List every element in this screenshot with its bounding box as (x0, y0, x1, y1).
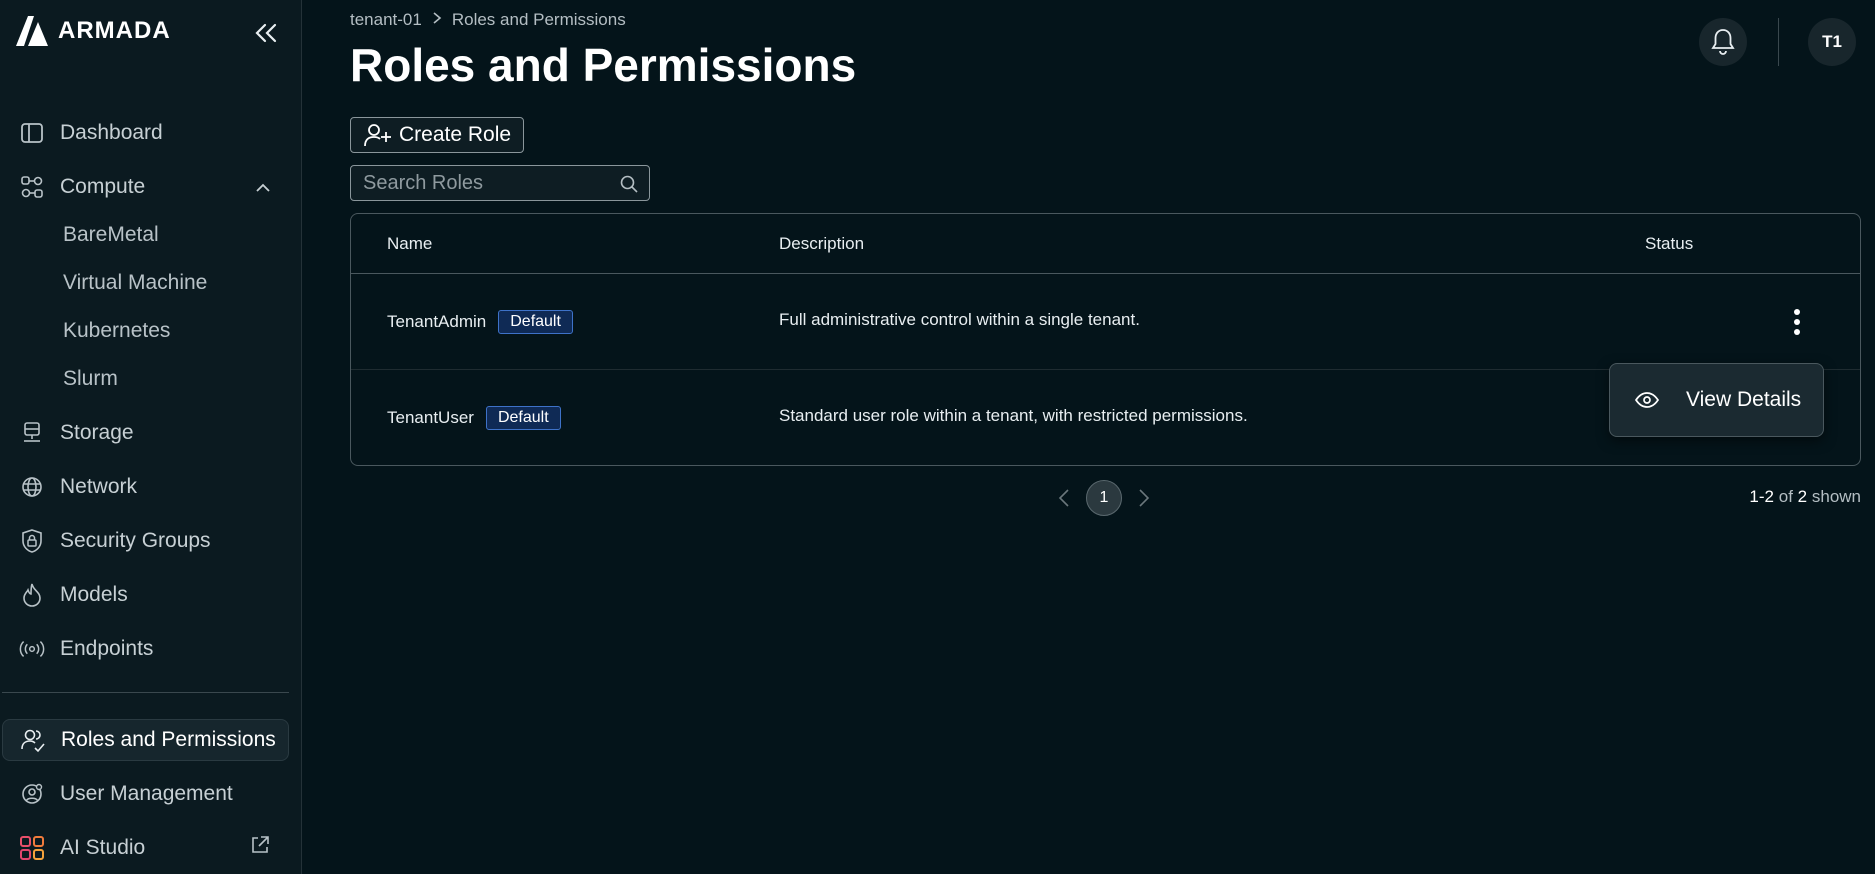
header-divider (1778, 18, 1779, 66)
sidebar-item-label: AI Studio (60, 836, 146, 859)
next-page-button[interactable] (1134, 480, 1154, 516)
breadcrumb: tenant-01 Roles and Permissions (350, 10, 626, 30)
role-name[interactable]: TenantAdmin (387, 312, 486, 332)
column-header-status[interactable]: Status (1645, 234, 1693, 254)
flame-icon (18, 581, 46, 609)
results-suffix: shown (1811, 487, 1861, 506)
sidebar-item-models[interactable]: Models (2, 574, 289, 616)
search-icon[interactable] (619, 174, 639, 199)
bell-icon (1711, 29, 1735, 55)
view-details-label: View Details (1686, 388, 1802, 411)
sidebar-item-network[interactable]: Network (2, 466, 289, 508)
app-name: ARMADA (58, 17, 171, 44)
results-total: 2 (1797, 487, 1808, 506)
default-badge: Default (485, 406, 561, 430)
sidebar: ARMADA Dashboard Compute BareMetal Virtu… (0, 0, 302, 874)
chevron-left-icon (1058, 489, 1069, 507)
results-of: of (1778, 487, 1793, 506)
layout-icon (18, 119, 46, 147)
collapse-sidebar-button[interactable] (250, 18, 282, 48)
sidebar-item-label: User Management (60, 782, 233, 805)
table-row[interactable]: TenantAdmin Default Full administrative … (351, 274, 1860, 370)
role-description: Standard user role within a tenant, with… (779, 406, 1248, 425)
role-name-cell: TenantUser Default (387, 406, 561, 430)
role-name-cell: TenantAdmin Default (387, 310, 573, 334)
users-icon (19, 726, 47, 754)
view-details-menu-item[interactable]: View Details (1609, 363, 1824, 437)
user-plus-icon (364, 124, 391, 147)
prev-page-button[interactable] (1054, 480, 1074, 516)
sidebar-subitem-kubernetes[interactable]: Kubernetes (63, 315, 170, 347)
nodes-icon (18, 173, 46, 201)
kebab-dot (1794, 329, 1800, 335)
sidebar-subitem-slurm[interactable]: Slurm (63, 363, 118, 395)
sidebar-subitem-virtual-machine[interactable]: Virtual Machine (63, 267, 207, 299)
chevron-up-icon (255, 175, 271, 199)
chevron-right-icon (1139, 489, 1150, 507)
sidebar-item-user-management[interactable]: User Management (2, 773, 289, 815)
grid-icon (18, 834, 46, 862)
sidebar-item-dashboard[interactable]: Dashboard (2, 112, 289, 154)
breadcrumb-current: Roles and Permissions (451, 10, 626, 29)
sidebar-item-ai-studio[interactable]: AI Studio (2, 827, 289, 869)
chevron-right-icon (432, 10, 442, 30)
sidebar-item-label: Endpoints (60, 637, 154, 660)
sidebar-item-label: Storage (60, 421, 134, 444)
sidebar-subitem-baremetal[interactable]: BareMetal (63, 219, 159, 251)
row-actions-button[interactable] (1785, 304, 1809, 340)
sidebar-item-label: Compute (60, 175, 146, 198)
avatar[interactable]: T1 (1808, 18, 1856, 66)
globe-icon (18, 473, 46, 501)
sidebar-item-label: Network (60, 475, 138, 498)
sidebar-item-roles-and-permissions[interactable]: Roles and Permissions (2, 719, 289, 761)
kebab-dot (1794, 309, 1800, 315)
sidebar-item-security-groups[interactable]: Security Groups (2, 520, 289, 562)
notifications-button[interactable] (1699, 18, 1747, 66)
chevrons-left-icon (255, 23, 277, 43)
user-gear-icon (18, 780, 46, 808)
external-link-icon (249, 834, 271, 862)
sidebar-divider (2, 692, 289, 693)
create-role-label: Create Role (399, 123, 512, 146)
search-input[interactable] (351, 171, 611, 195)
sidebar-item-label: Models (60, 583, 128, 606)
create-role-button[interactable]: Create Role (350, 117, 525, 153)
role-name[interactable]: TenantUser (387, 408, 474, 428)
sidebar-item-label: Roles and Permissions (61, 728, 276, 751)
column-header-description[interactable]: Description (779, 234, 864, 254)
sidebar-item-label: Security Groups (60, 529, 211, 552)
storage-icon (18, 419, 46, 447)
breadcrumb-parent[interactable]: tenant-01 (350, 10, 422, 30)
logo[interactable]: ARMADA (14, 14, 171, 48)
table-header: Name Description Status (351, 214, 1860, 274)
sidebar-item-endpoints[interactable]: Endpoints (2, 628, 289, 670)
sidebar-item-compute[interactable]: Compute (2, 166, 289, 208)
shield-lock-icon (18, 527, 46, 555)
page-title: Roles and Permissions (350, 39, 857, 91)
results-count: 1-2 of 2 shown (1749, 487, 1861, 507)
results-range: 1-2 (1749, 487, 1774, 506)
eye-icon (1634, 392, 1660, 408)
default-badge: Default (498, 310, 573, 334)
sidebar-item-label: Dashboard (60, 121, 163, 144)
broadcast-icon (18, 635, 46, 663)
kebab-dot (1794, 319, 1800, 325)
role-description: Full administrative control within a sin… (779, 310, 1140, 329)
pagination: 1 (1054, 480, 1154, 516)
search-box (350, 165, 650, 201)
sidebar-item-storage[interactable]: Storage (2, 412, 289, 454)
page-number-button[interactable]: 1 (1086, 480, 1122, 516)
column-header-name[interactable]: Name (387, 234, 432, 254)
armada-logo-icon (16, 16, 48, 46)
